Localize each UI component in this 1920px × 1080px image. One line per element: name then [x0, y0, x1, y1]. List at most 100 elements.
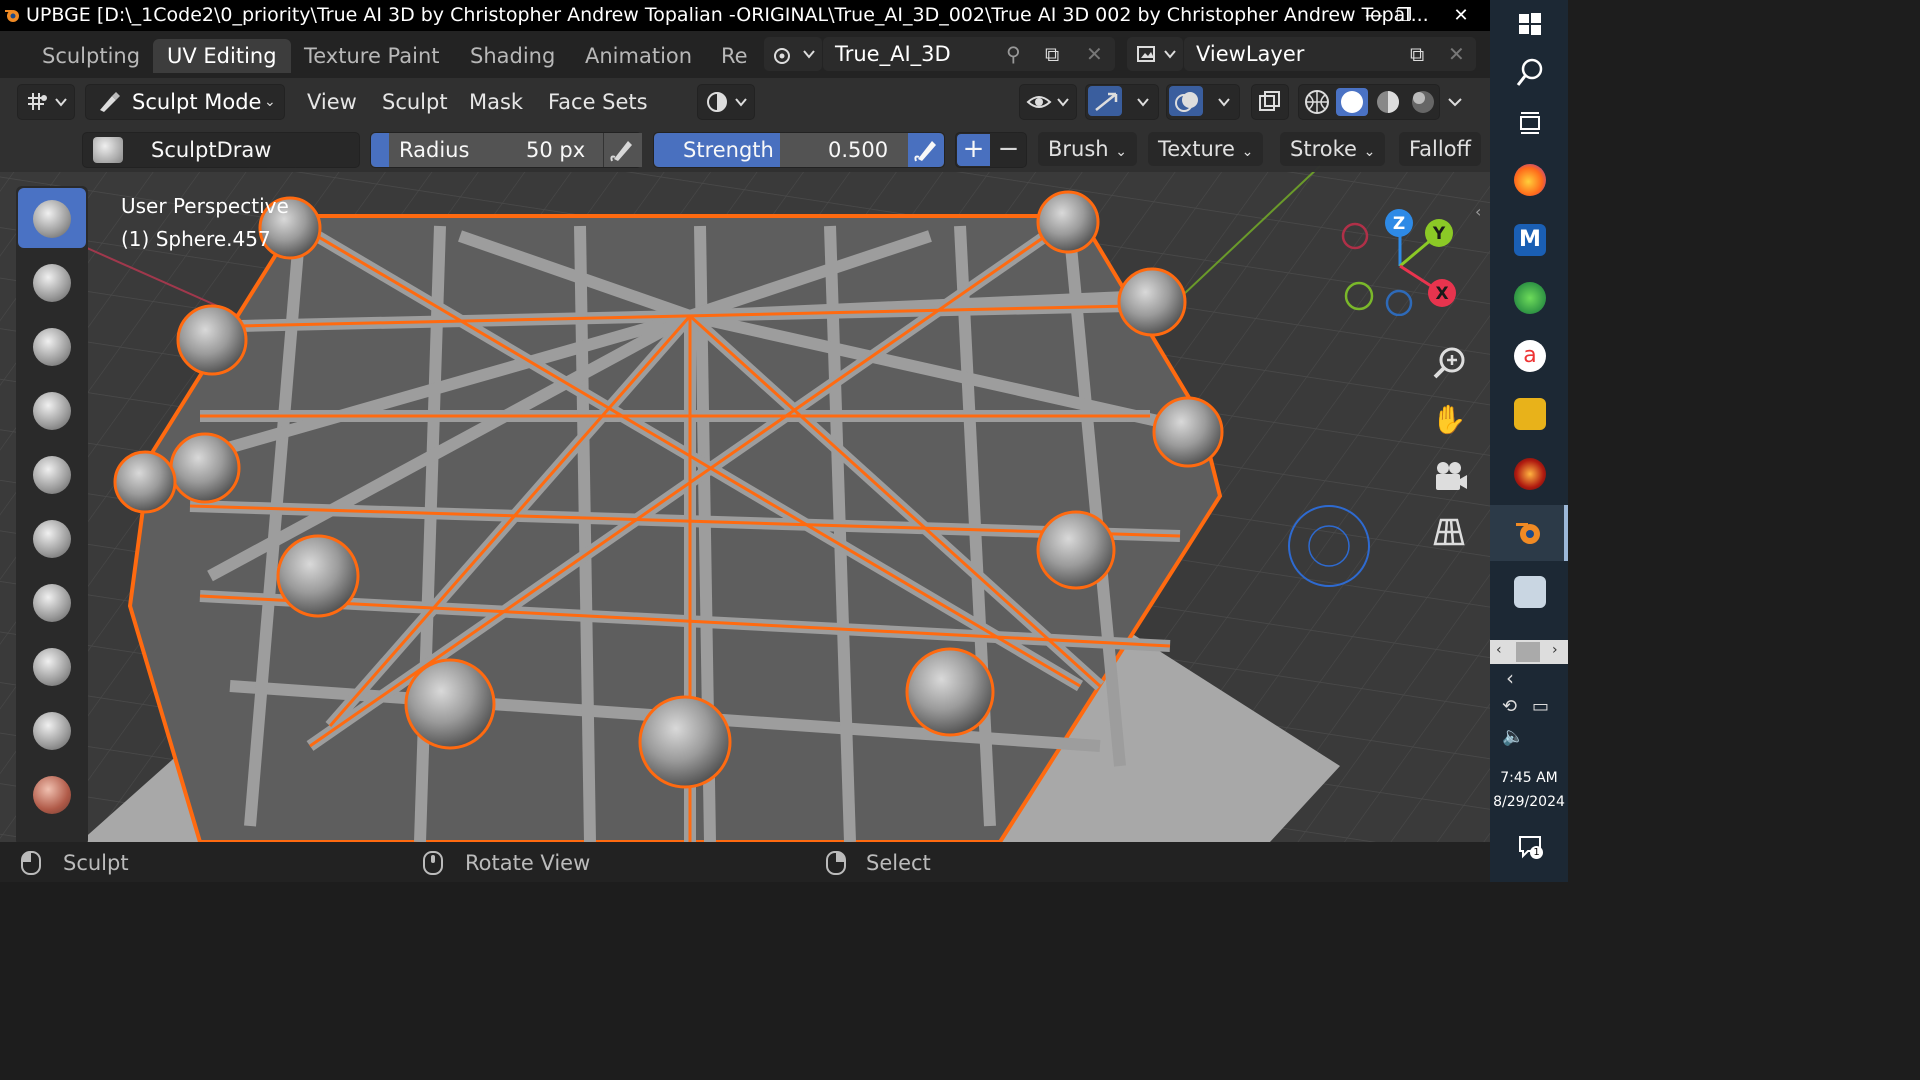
tool-crease[interactable] [18, 700, 86, 760]
tab-rendering[interactable]: Re [707, 39, 762, 73]
menu-mask[interactable]: Mask [469, 85, 523, 119]
strength-label: Strength [683, 138, 774, 162]
brush-panel-dropdown[interactable]: Brush ⌄ [1038, 132, 1138, 166]
scene-selector-button[interactable] [764, 37, 822, 71]
restore-button[interactable]: ❐ [1381, 0, 1427, 31]
tab-shading[interactable]: Shading [456, 39, 569, 73]
upbge-taskbar-item[interactable] [1490, 505, 1568, 561]
app-a-icon[interactable]: a [1514, 340, 1546, 372]
viewlayer-icon [1137, 46, 1176, 62]
overlays-dropdown[interactable] [1166, 84, 1240, 120]
rendered-shading-button[interactable] [1405, 88, 1435, 116]
tool-layer[interactable] [18, 508, 86, 568]
tool-blob[interactable] [18, 636, 86, 696]
gizmo-neg-z[interactable] [1385, 289, 1413, 316]
tool-draw-sharp[interactable] [18, 252, 86, 312]
radius-slider[interactable]: Radius 50 px [370, 132, 642, 168]
add-direction-button[interactable]: + [957, 134, 990, 166]
navigation-gizmo[interactable]: Z Y X [1330, 206, 1470, 316]
tab-texture-paint[interactable]: Texture Paint [290, 39, 454, 73]
scroll-left-icon[interactable]: ‹ [1496, 642, 1502, 658]
crease-brush-icon [33, 712, 71, 750]
menu-view[interactable]: View [307, 85, 357, 119]
solid-shading-button[interactable] [1336, 88, 1368, 116]
window-titlebar: UPBGE [D:\_1Code2\0_priority\True AI 3D … [0, 0, 1490, 31]
tab-animation[interactable]: Animation [571, 39, 706, 73]
scene-name-field[interactable]: True_AI_3D ⚲ ⧉ ✕ [823, 37, 1115, 71]
3d-viewport[interactable]: User Perspective (1) Sphere.457 Z Y X ✋ … [0, 126, 1490, 842]
strength-pressure-pen-icon[interactable] [908, 133, 944, 167]
wireframe-shading-button[interactable] [1302, 88, 1332, 116]
close-button[interactable]: ✕ [1438, 0, 1484, 31]
tool-draw[interactable] [18, 188, 86, 248]
monitor-app-icon[interactable] [1514, 576, 1546, 608]
texture-panel-dropdown[interactable]: Texture ⌄ [1148, 132, 1264, 166]
show-hidden-icons-chevron-icon[interactable]: ‹ [1506, 666, 1514, 690]
notification-center-icon[interactable]: 1 [1518, 834, 1544, 860]
task-view-icon[interactable] [1518, 111, 1542, 135]
taskbar-scroll[interactable]: ‹ › [1490, 640, 1568, 664]
gizmo-neg-y[interactable] [1344, 281, 1374, 311]
zoom-icon[interactable] [1425, 340, 1473, 388]
strength-slider[interactable]: Strength 0.500 [653, 132, 945, 168]
display-icon[interactable]: ▭ [1532, 696, 1549, 717]
new-scene-icon[interactable]: ⧉ [1045, 37, 1059, 71]
gizmo-toggle-dropdown[interactable] [1085, 84, 1159, 120]
stroke-panel-dropdown[interactable]: Stroke ⌄ [1280, 132, 1386, 166]
collapse-sidebar-icon[interactable]: ‹ [1475, 202, 1481, 221]
shading-mode-group [1298, 84, 1440, 120]
direction-toggle: + − [955, 132, 1027, 168]
delete-scene-icon[interactable]: ✕ [1086, 37, 1103, 71]
game-app-icon[interactable] [1514, 458, 1546, 490]
visibility-dropdown[interactable] [1019, 84, 1077, 120]
radius-value: 50 px [526, 138, 586, 162]
tab-sculpting[interactable]: Sculpting [28, 39, 154, 73]
tool-clay[interactable] [18, 316, 86, 376]
tool-clay-thumb[interactable] [18, 444, 86, 504]
search-icon[interactable] [1516, 58, 1544, 88]
tab-uv-editing[interactable]: UV Editing [153, 39, 291, 73]
file-explorer-icon[interactable] [1514, 398, 1546, 430]
windows-start-icon[interactable] [1518, 12, 1542, 36]
scroll-right-icon[interactable]: › [1552, 642, 1558, 658]
editor-type-dropdown[interactable] [17, 84, 75, 120]
shading-options-chevron-icon[interactable] [1445, 92, 1465, 112]
viewlayer-name-field[interactable]: ViewLayer ⧉ ✕ [1184, 37, 1476, 71]
network-icon[interactable]: ⟲ [1502, 696, 1517, 717]
material-shading-button[interactable] [1371, 88, 1401, 116]
tool-inflate[interactable] [18, 572, 86, 632]
gizmo-icon [1095, 92, 1149, 111]
chevron-down-icon: ⌄ [1115, 144, 1128, 160]
gizmo-neg-x[interactable] [1341, 222, 1369, 250]
taskbar-clock[interactable]: 7:45 AM 8/29/2024 [1490, 766, 1568, 814]
draw-brush-icon [33, 200, 71, 238]
viewport-info: User Perspective (1) Sphere.457 [121, 190, 289, 256]
firefox-icon[interactable] [1514, 164, 1546, 196]
edge-icon[interactable] [1514, 282, 1546, 314]
mathcad-icon[interactable]: M [1514, 224, 1546, 256]
menu-sculpt[interactable]: Sculpt [382, 85, 448, 119]
subtract-direction-button[interactable]: − [992, 134, 1025, 166]
new-viewlayer-icon[interactable]: ⧉ [1410, 37, 1424, 71]
ortho-grid-icon[interactable] [1425, 508, 1473, 556]
xray-toggle[interactable] [1251, 84, 1289, 120]
texture-panel-label: Texture [1158, 137, 1235, 161]
delete-viewlayer-icon[interactable]: ✕ [1448, 37, 1465, 71]
brush-selector[interactable]: SculptDraw [82, 132, 360, 168]
falloff-panel-dropdown[interactable]: Falloff [1399, 132, 1482, 166]
pan-hand-icon[interactable]: ✋ [1425, 396, 1473, 444]
tool-smooth[interactable] [18, 764, 86, 824]
viewlayer-selector-button[interactable] [1127, 37, 1183, 71]
tool-clay-strips[interactable] [18, 380, 86, 440]
pin-icon[interactable]: ⚲ [1006, 37, 1021, 71]
mode-dropdown[interactable]: Sculpt Mode ⌄ [85, 84, 285, 120]
perspective-label: User Perspective [121, 194, 289, 218]
scroll-thumb[interactable] [1516, 642, 1540, 662]
eye-icon [1026, 96, 1069, 108]
volume-icon[interactable]: 🔈 [1502, 726, 1524, 747]
transform-pivot-dropdown[interactable] [697, 84, 755, 120]
camera-view-icon[interactable] [1425, 452, 1473, 500]
menu-face-sets[interactable]: Face Sets [548, 85, 648, 119]
gizmo-y-label: Y [1432, 224, 1446, 244]
radius-pressure-pen-icon[interactable] [603, 133, 642, 167]
